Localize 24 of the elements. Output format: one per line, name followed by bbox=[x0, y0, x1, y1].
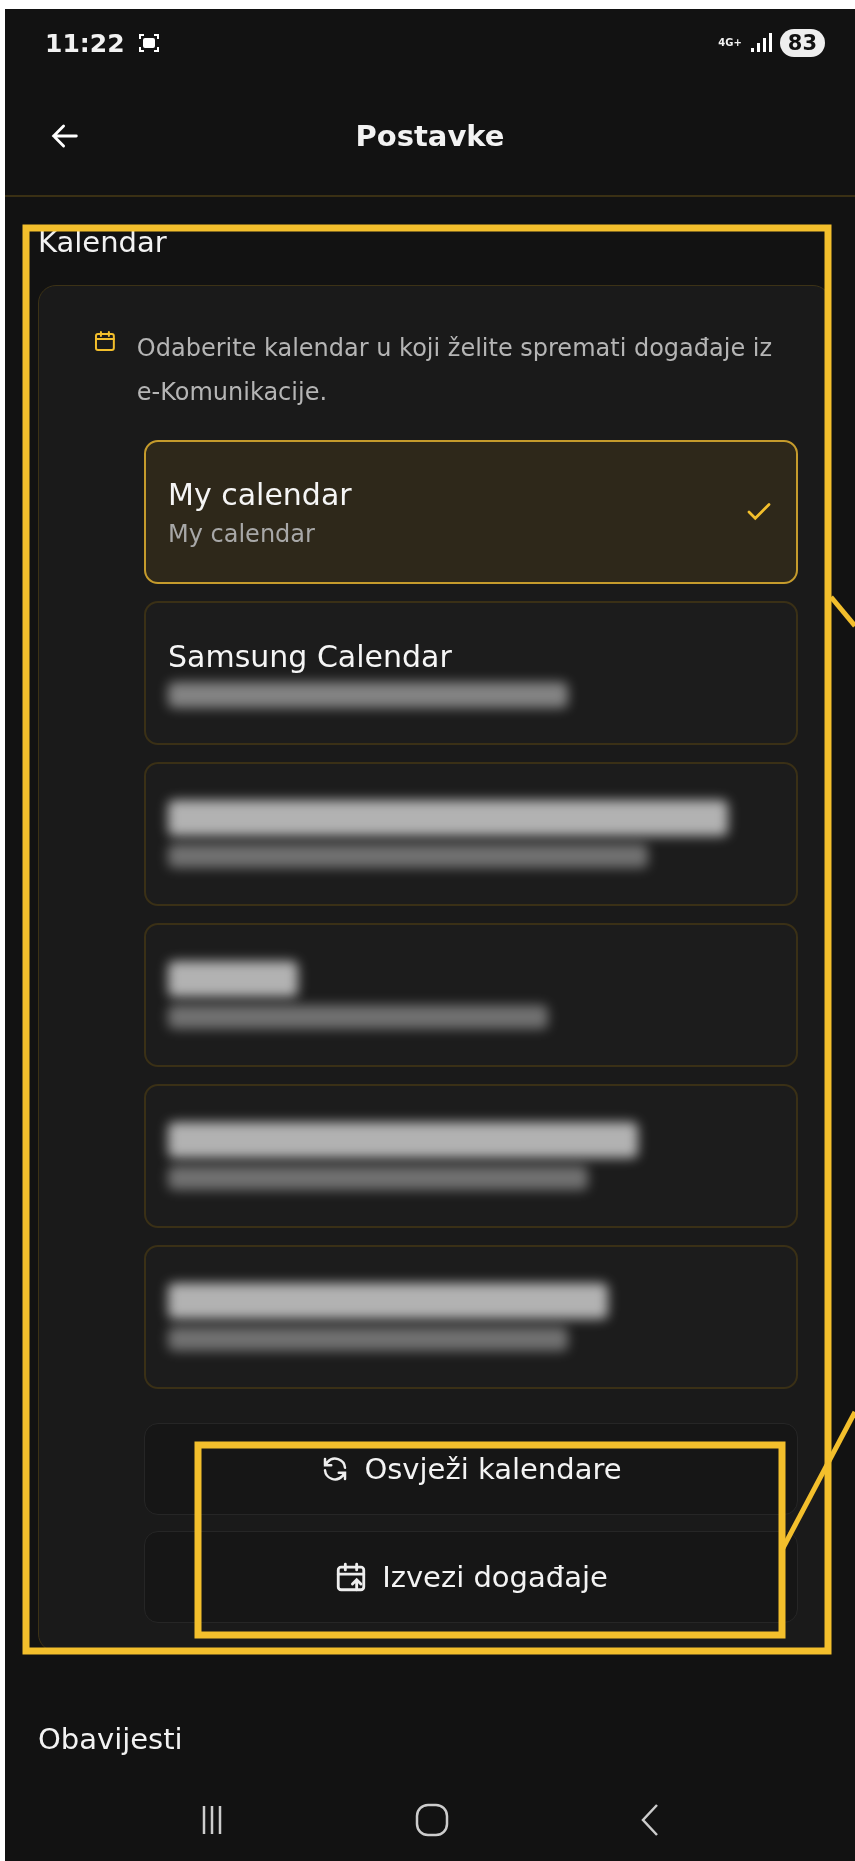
section-title: Kalendar bbox=[38, 225, 168, 259]
calendar-name: My calendar bbox=[168, 476, 352, 512]
page-title: Postavke bbox=[355, 119, 505, 153]
calendar-option[interactable]: Samsung Calendar bbox=[144, 601, 798, 745]
action-button[interactable]: Izvezi događaje bbox=[144, 1531, 798, 1623]
action-button[interactable]: Osvježi kalendare bbox=[144, 1423, 798, 1515]
status-time: 11:22 bbox=[45, 28, 125, 58]
screenshot-icon bbox=[136, 31, 161, 55]
recent-apps-icon[interactable] bbox=[200, 1804, 224, 1836]
annotation-line bbox=[829, 595, 855, 628]
signal-icon bbox=[749, 33, 772, 53]
calendar-option[interactable] bbox=[144, 1084, 798, 1228]
calendar-name: Samsung Calendar bbox=[168, 638, 453, 674]
calendar-option[interactable]: My calendar My calendar bbox=[144, 440, 798, 584]
calendar-option[interactable] bbox=[144, 1245, 798, 1389]
home-icon[interactable] bbox=[414, 1802, 450, 1838]
calendar-option[interactable] bbox=[144, 923, 798, 1067]
network-type: 4G+ bbox=[718, 38, 742, 48]
section-title: Obavijesti bbox=[38, 1722, 184, 1756]
calendar-description: Odaberite kalendar u koji želite spremati događaje iz e-Komunikacije. bbox=[136, 333, 774, 408]
back-icon[interactable] bbox=[640, 1803, 660, 1837]
calendar-option[interactable] bbox=[144, 762, 798, 906]
calendar-account: My calendar bbox=[168, 519, 316, 548]
battery-level: 83 bbox=[779, 29, 825, 57]
